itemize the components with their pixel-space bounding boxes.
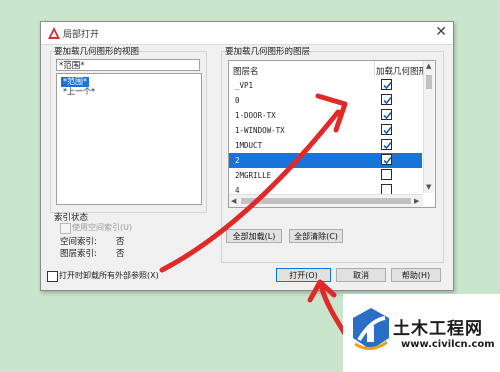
layer-row[interactable]: _VP1 — [229, 78, 422, 93]
close-icon[interactable]: ✕ — [435, 24, 447, 40]
help-button[interactable]: 帮助(H) — [391, 268, 441, 282]
scroll-left-icon[interactable]: ◀ — [231, 197, 236, 205]
layer-index-label: 图层索引: — [60, 249, 97, 259]
vertical-scroll-thumb[interactable] — [426, 75, 432, 89]
layer-name: _VP1 — [235, 81, 254, 90]
vertical-scrollbar[interactable]: ▲ ▼ — [423, 61, 434, 193]
layers-list[interactable]: 图层名 加载几何图形 _VP1 0 1-DOOR-TX 1-WINDOW-TX … — [228, 60, 436, 208]
layer-index-value: 否 — [116, 249, 125, 259]
layers-group-label: 要加载几何图形的图层 — [225, 47, 311, 57]
scroll-up-icon[interactable]: ▲ — [426, 62, 431, 70]
horizontal-scroll-thumb[interactable] — [241, 198, 411, 204]
load-geometry-checkbox[interactable] — [381, 124, 392, 135]
clear-all-button[interactable]: 全部清除(C) — [289, 229, 343, 243]
use-spatial-index-label: 使用空间索引(U) — [72, 223, 133, 232]
views-group-label: 要加载几何图形的视图 — [54, 47, 140, 57]
unload-xrefs-checkbox[interactable] — [47, 271, 58, 282]
dialog-title: 局部打开 — [63, 30, 100, 40]
load-geometry-checkbox[interactable] — [381, 154, 392, 165]
views-list[interactable]: *范围* *上一个* — [56, 73, 202, 205]
cancel-button[interactable]: 取消 — [336, 268, 386, 282]
spatial-index-label: 空间索引: — [60, 237, 97, 247]
spatial-index-value: 否 — [116, 237, 125, 247]
view-item-extents[interactable]: *范围* — [61, 77, 89, 87]
layer-row[interactable]: 1-DOOR-TX — [229, 108, 422, 123]
layer-row[interactable]: 2MGRILLE — [229, 168, 422, 183]
scroll-right-icon[interactable]: ▶ — [414, 197, 419, 205]
scroll-down-icon[interactable]: ▼ — [426, 183, 431, 191]
load-geometry-checkbox[interactable] — [381, 169, 392, 180]
watermark-title: 土木工程网 — [393, 319, 483, 339]
load-all-button[interactable]: 全部加载(L) — [226, 229, 282, 243]
layer-name: 0 — [235, 96, 240, 105]
load-geometry-checkbox[interactable] — [381, 79, 392, 90]
layer-row[interactable]: 0 — [229, 93, 422, 108]
load-geometry-checkbox[interactable] — [381, 94, 392, 105]
horizontal-scrollbar[interactable]: ◀ ▶ — [229, 194, 423, 207]
layer-name: 1MDUCT — [235, 141, 263, 150]
open-button[interactable]: 打开(O) — [276, 268, 331, 282]
col-header-load-geometry[interactable]: 加载几何图形 — [376, 65, 427, 77]
watermark-panel: 土木工程网 www.civilcn.com — [343, 294, 500, 372]
use-spatial-index-checkbox[interactable] — [60, 223, 71, 234]
title-bar: 局部打开 ✕ — [41, 22, 453, 45]
autocad-logo-icon — [48, 27, 60, 39]
layer-row[interactable]: 1MDUCT — [229, 138, 422, 153]
load-geometry-checkbox[interactable] — [381, 139, 392, 150]
load-geometry-checkbox[interactable] — [381, 109, 392, 120]
civilcn-logo-icon — [353, 308, 389, 350]
layer-name: 2 — [235, 156, 240, 165]
layer-name: 2MGRILLE — [235, 171, 272, 180]
col-header-layer-name[interactable]: 图层名 — [233, 65, 259, 77]
view-item-previous[interactable]: *上一个* — [61, 87, 97, 97]
watermark-url: www.civilcn.com — [401, 339, 495, 350]
views-header: *范围* — [56, 59, 200, 71]
column-divider[interactable] — [374, 61, 375, 77]
layer-row[interactable]: 1-WINDOW-TX — [229, 123, 422, 138]
layer-name: 1-DOOR-TX — [235, 111, 276, 120]
layer-name: 1-WINDOW-TX — [235, 126, 285, 135]
layer-row-selected[interactable]: 2 — [229, 153, 422, 168]
unload-xrefs-label: 打开时卸载所有外部参照(X) — [59, 271, 159, 280]
